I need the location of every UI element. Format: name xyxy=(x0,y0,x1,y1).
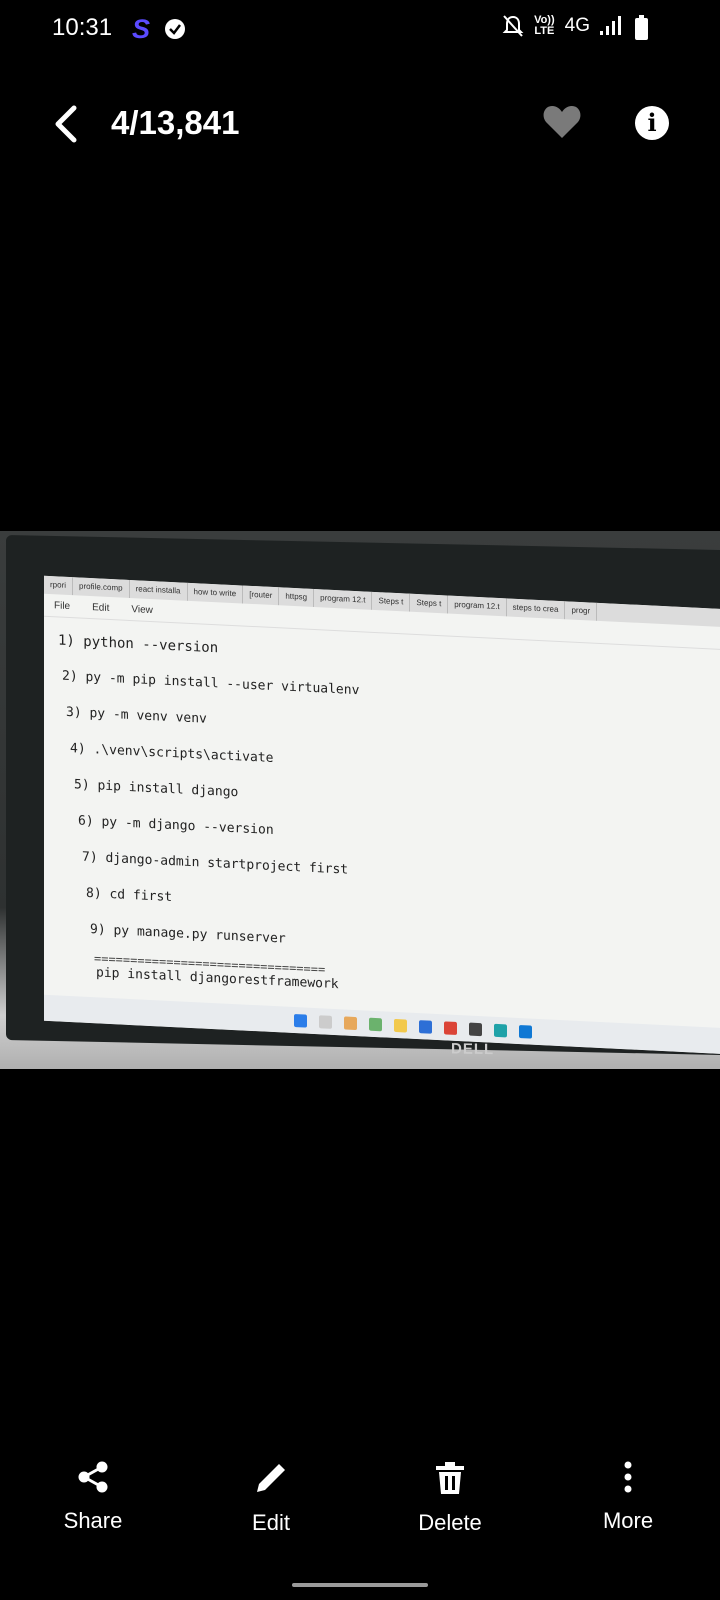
more-icon xyxy=(624,1461,632,1493)
more-button[interactable]: More xyxy=(568,1460,688,1534)
battery-icon xyxy=(635,15,648,40)
photo-viewer-image[interactable]: rpori profile.comp react installa how to w… xyxy=(0,531,720,1069)
share-icon xyxy=(78,1461,108,1493)
edit-button[interactable]: Edit xyxy=(211,1460,331,1536)
back-arrow-icon[interactable] xyxy=(48,104,84,144)
status-time: 10:31 xyxy=(52,14,113,41)
delete-button[interactable]: Delete xyxy=(390,1460,510,1536)
notepad-text: 1) python --version 2) py -m pip install… xyxy=(58,632,360,993)
vpn-icon xyxy=(165,19,185,39)
s-app-icon: S xyxy=(132,14,151,44)
status-bar: 10:31 S Vo)) LTE 4G xyxy=(0,0,720,60)
edit-icon xyxy=(257,1464,285,1492)
dell-logo: DELL xyxy=(451,1040,495,1059)
volte-icon: Vo)) LTE xyxy=(534,14,555,37)
info-icon[interactable]: i xyxy=(635,106,669,140)
delete-icon xyxy=(436,1462,464,1494)
favorite-heart-icon[interactable] xyxy=(542,104,582,140)
mute-notification-icon xyxy=(502,15,524,37)
network-type: 4G xyxy=(564,15,590,36)
photo-counter: 4/13,841 xyxy=(111,104,240,141)
monitor-screen: rpori profile.comp react installa how to w… xyxy=(44,575,720,1055)
signal-icon xyxy=(600,16,621,35)
home-indicator[interactable] xyxy=(292,1583,428,1587)
share-button[interactable]: Share xyxy=(33,1460,153,1534)
bottom-action-bar: Share Edit Delete More xyxy=(0,1460,720,1550)
monitor: rpori profile.comp react installa how to w… xyxy=(6,535,720,1059)
